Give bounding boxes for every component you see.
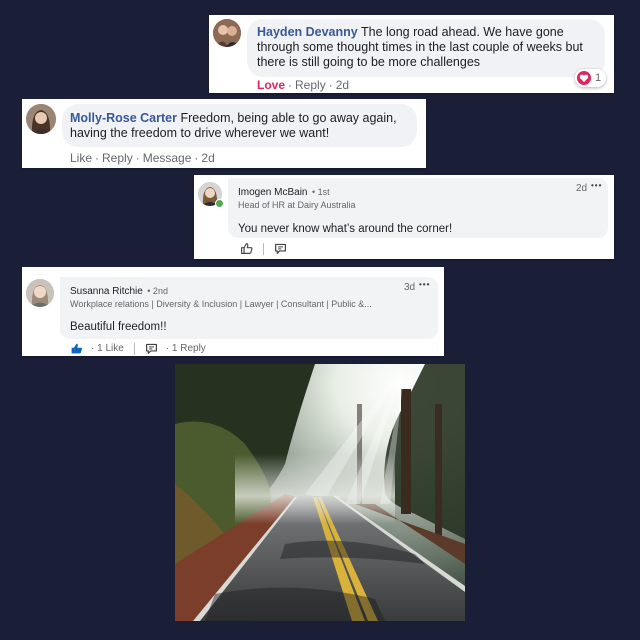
commenter-headline: Head of HR at Dairy Australia	[238, 200, 356, 210]
action-divider	[133, 342, 135, 355]
commenter-headline: Workplace relations | Diversity & Inclus…	[70, 299, 372, 309]
comment-bubble-molly: Molly-Rose Carter Freedom, being able to…	[62, 104, 417, 147]
more-icon[interactable]: •••	[419, 280, 430, 289]
more-icon[interactable]: •••	[591, 181, 602, 190]
love-reaction-icon	[577, 71, 591, 85]
connection-degree: • 1st	[311, 187, 330, 197]
online-status-icon	[215, 199, 224, 208]
comment-actions: Love · Reply · 2d	[257, 78, 350, 92]
avatar-imogen[interactable]	[198, 182, 224, 208]
reaction-badge[interactable]: 1	[575, 69, 607, 87]
avatar-hayden[interactable]	[213, 19, 241, 47]
comment-actions: · 1 Like · 1 Reply	[70, 342, 206, 355]
comment-icon[interactable]	[274, 242, 287, 255]
comment-bubble-hayden: Hayden Devanny The long road ahead. We h…	[247, 19, 605, 77]
avatar-molly[interactable]	[26, 104, 56, 134]
commenter-name[interactable]: Hayden Devanny	[257, 25, 358, 39]
commenter-name[interactable]: Imogen McBain	[238, 187, 307, 198]
comment-actions	[240, 242, 287, 255]
comment-card-imogen: Imogen McBain • 1st Head of HR at Dairy …	[194, 175, 614, 259]
thumbs-up-icon[interactable]	[70, 342, 83, 355]
comment-bubble-susanna: Susanna Ritchie • 2nd Workplace relation…	[60, 277, 438, 339]
comment-time: 2d	[576, 183, 588, 194]
comment-card-hayden: Hayden Devanny The long road ahead. We h…	[209, 15, 614, 93]
avatar-susanna[interactable]	[26, 279, 54, 307]
comment-card-molly: Molly-Rose Carter Freedom, being able to…	[22, 99, 426, 168]
comment-bubble-imogen: Imogen McBain • 1st Head of HR at Dairy …	[228, 178, 608, 238]
comment-text: Beautiful freedom!!	[70, 321, 167, 333]
comment-text: You never know what’s around the corner!	[238, 223, 453, 235]
comment-actions: Like · Reply · Message · 2d	[70, 151, 215, 165]
likes-count[interactable]: · 1 Like	[91, 343, 124, 354]
comment-time: 3d	[404, 282, 416, 293]
replies-count[interactable]: · 1 Reply	[166, 343, 206, 354]
like-link[interactable]: Like	[70, 151, 92, 165]
commenter-name[interactable]: Molly-Rose Carter	[70, 111, 177, 125]
thumbs-up-icon[interactable]	[240, 242, 253, 255]
love-link[interactable]: Love	[257, 78, 285, 92]
comment-card-susanna: Susanna Ritchie • 2nd Workplace relation…	[22, 267, 444, 356]
comment-icon[interactable]	[145, 342, 158, 355]
comment-time: 2d	[201, 151, 215, 165]
comment-time: 2d	[335, 78, 350, 92]
connection-degree: • 2nd	[147, 286, 168, 296]
reply-link[interactable]: Reply	[102, 151, 133, 165]
commenter-name[interactable]: Susanna Ritchie	[70, 286, 143, 297]
action-divider	[263, 242, 264, 255]
reaction-count: 1	[595, 72, 602, 84]
road-photo	[175, 364, 465, 621]
reply-link[interactable]: Reply	[295, 78, 326, 92]
message-link[interactable]: Message	[143, 151, 192, 165]
